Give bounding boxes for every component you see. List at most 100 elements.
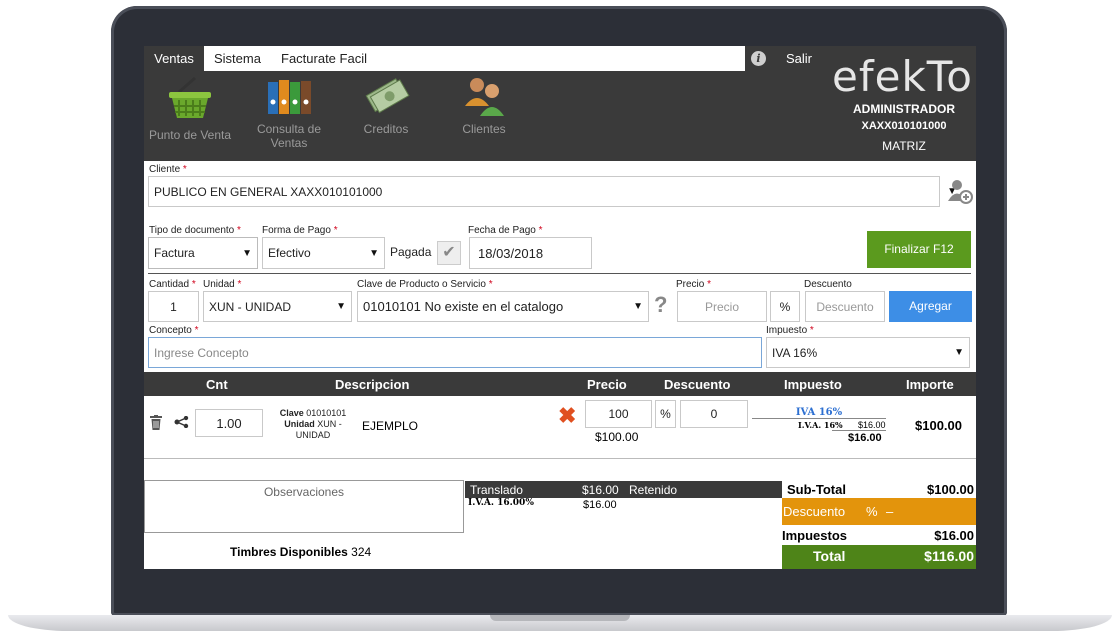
- observaciones-label: Observaciones: [263, 485, 345, 499]
- trash-icon[interactable]: [150, 415, 162, 430]
- chevron-down-icon: ▼: [336, 301, 346, 312]
- tax-summary-bar: Translado $16.00 Retenido: [465, 481, 782, 498]
- trasladado-amount: $16.00: [582, 483, 619, 497]
- descuento-label: Descuento: [804, 279, 852, 290]
- toolbar-label: Punto de Venta: [148, 128, 232, 142]
- trasladado-label: Translado: [470, 483, 523, 497]
- impuestos-row: Impuestos $16.00: [782, 526, 976, 543]
- menu-ventas[interactable]: Ventas: [144, 46, 204, 71]
- unidad-value: XUN - UNIDAD: [209, 300, 292, 314]
- header-precio: Precio: [587, 377, 627, 392]
- clave-value: 01010101 No existe en el catalogo: [363, 299, 564, 314]
- retenido-label: Retenido: [629, 483, 678, 497]
- precio-label: Precio *: [676, 279, 712, 290]
- total-value: $116.00: [924, 548, 974, 564]
- header-descuento: Descuento: [664, 377, 731, 392]
- pagada-label: Pagada: [390, 245, 432, 259]
- row-cantidad-input[interactable]: 1.00: [195, 409, 263, 437]
- fecha-pago-input[interactable]: 18/03/2018: [469, 237, 592, 269]
- forma-pago-select[interactable]: Efectivo ▼: [262, 237, 385, 269]
- row-precio-total: $100.00: [595, 430, 639, 444]
- total-label: Total: [813, 548, 846, 564]
- toolbar-label-2: Ventas: [270, 136, 308, 150]
- concepto-label: Concepto *: [149, 325, 199, 336]
- toolbar-consulta-ventas[interactable]: Consulta de Ventas: [239, 76, 339, 150]
- chevron-down-icon: ▼: [369, 248, 379, 259]
- table-row: 1.00 Clave 01010101 Unidad XUN - UNIDAD …: [144, 396, 976, 458]
- observaciones-box[interactable]: Observaciones: [144, 480, 464, 533]
- cliente-select[interactable]: PUBLICO EN GENERAL XAXX010101000 ▼: [148, 176, 957, 207]
- unidad-select[interactable]: XUN - UNIDAD ▼: [203, 291, 352, 322]
- fecha-pago-label: Fecha de Pago *: [468, 225, 543, 236]
- cantidad-input[interactable]: 1: [148, 291, 199, 322]
- add-client-icon[interactable]: [947, 178, 973, 204]
- percent-toggle[interactable]: %: [770, 291, 800, 322]
- share-icon[interactable]: [174, 416, 189, 428]
- tipo-documento-value: Factura: [154, 246, 195, 260]
- binders-icon: [268, 80, 311, 114]
- divider: [148, 273, 971, 274]
- menu-bar: Ventas Sistema Facturate Facil: [144, 46, 745, 71]
- items-table-header: Cnt Descripcion Precio Descuento Impuest…: [144, 372, 976, 396]
- forma-pago-label: Forma de Pago *: [262, 225, 338, 236]
- row-percent-toggle[interactable]: %: [655, 400, 676, 428]
- row-precio-input[interactable]: 100: [585, 400, 652, 428]
- agregar-button[interactable]: Agregar: [889, 291, 972, 322]
- laptop-notch: [490, 615, 630, 621]
- divider: [752, 418, 886, 419]
- logout-link[interactable]: Salir: [786, 51, 812, 66]
- unidad-label: Unidad *: [203, 279, 242, 290]
- toolbar-punto-de-venta[interactable]: Punto de Venta: [144, 76, 240, 142]
- forma-pago-value: Efectivo: [268, 246, 311, 260]
- impuestos-value: $16.00: [934, 528, 974, 543]
- descuento-input[interactable]: Descuento: [805, 291, 885, 322]
- iva-detail-label: I.V.A. 16.00%: [468, 498, 534, 508]
- total-row: Total $116.00: [782, 545, 976, 569]
- header-importe: Importe: [906, 377, 954, 392]
- toolbar-label: Clientes: [462, 122, 506, 136]
- finalizar-button[interactable]: Finalizar F12: [867, 231, 971, 268]
- menu-facturate-facil[interactable]: Facturate Facil: [281, 46, 367, 71]
- row-clave-unidad: Clave 01010101 Unidad XUN - UNIDAD: [279, 408, 347, 440]
- info-icon[interactable]: i: [751, 51, 766, 66]
- help-icon[interactable]: ?: [654, 292, 667, 318]
- subtotal-label: Sub-Total: [787, 482, 846, 497]
- concepto-input[interactable]: Ingrese Concepto: [148, 337, 762, 368]
- cantidad-label: Cantidad *: [149, 279, 196, 290]
- iva-detail-amount: $16.00: [583, 499, 617, 511]
- app-screen: Ventas Sistema Facturate Facil i Salir e…: [144, 46, 976, 569]
- chevron-down-icon: ▼: [242, 248, 252, 259]
- toolbar-clientes[interactable]: Clientes: [434, 76, 534, 136]
- chevron-down-icon: ▼: [954, 347, 964, 358]
- header-cnt: Cnt: [206, 377, 228, 392]
- descuento-row: Descuento % –: [782, 498, 976, 525]
- row-iva-total: $16.00: [848, 432, 882, 444]
- toolbar-label-1: Consulta de: [256, 122, 322, 136]
- toolbar-creditos[interactable]: Creditos: [336, 76, 436, 136]
- divider: [832, 430, 886, 431]
- impuesto-select[interactable]: IVA 16% ▼: [766, 337, 970, 368]
- close-icon[interactable]: ✖: [558, 403, 576, 429]
- clave-select[interactable]: 01010101 No existe en el catalogo ▼: [357, 291, 649, 322]
- tipo-documento-select[interactable]: Factura ▼: [148, 237, 258, 269]
- timbres-disponibles: Timbres Disponibles 324: [230, 545, 372, 559]
- menu-sistema[interactable]: Sistema: [214, 46, 261, 71]
- descuento-total-label: Descuento: [783, 504, 846, 519]
- impuestos-label: Impuestos: [782, 528, 848, 543]
- row-descuento-input[interactable]: 0: [680, 400, 748, 428]
- cliente-label: Cliente *: [149, 164, 187, 175]
- money-icon: [365, 78, 410, 114]
- row-iva-amount: $16.00: [858, 420, 886, 430]
- pagada-checkbox[interactable]: ✔: [437, 241, 461, 265]
- subtotal-value: $100.00: [927, 482, 974, 497]
- row-iva-link[interactable]: IVA 16%: [752, 407, 886, 418]
- descuento-total-pct: %: [866, 504, 878, 519]
- efekto-logo: efekTo: [832, 52, 974, 101]
- header-descripcion: Descripcion: [335, 377, 410, 392]
- descuento-total-value: –: [886, 504, 894, 519]
- impuesto-value: IVA 16%: [772, 346, 818, 360]
- header-impuesto: Impuesto: [784, 377, 842, 392]
- precio-input[interactable]: Precio: [677, 291, 767, 322]
- divider: [144, 458, 976, 459]
- clave-label: Clave de Producto o Servicio *: [357, 279, 493, 290]
